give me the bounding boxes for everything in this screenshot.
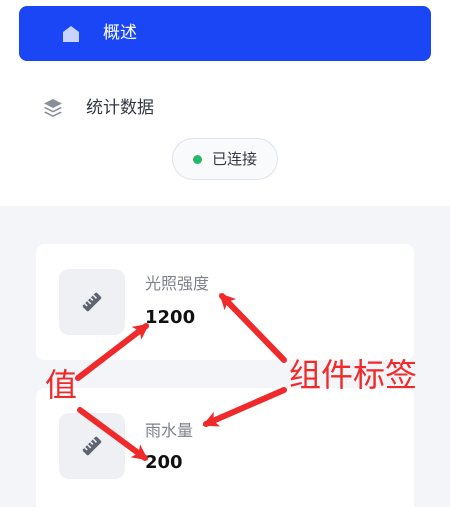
ruler-icon — [82, 292, 102, 312]
home-icon — [61, 24, 81, 44]
sensor-card: 雨水量 200 — [36, 388, 414, 514]
sensor-value: 200 — [145, 452, 183, 473]
nav-item-overview[interactable]: 概述 — [19, 6, 431, 61]
status-dot-icon — [193, 155, 202, 164]
sensor-value: 1200 — [145, 307, 196, 328]
nav-item-label: 统计数据 — [86, 98, 154, 118]
connection-status-badge: 已连接 — [172, 138, 278, 180]
sensor-card: 光照强度 1200 — [36, 244, 414, 360]
sensor-icon-box — [59, 413, 125, 479]
layers-icon — [42, 97, 64, 119]
nav-item-statistics[interactable]: 统计数据 — [19, 80, 431, 135]
nav-item-label: 概述 — [103, 23, 137, 43]
dashboard-content: 光照强度 1200 雨水量 200 — [0, 206, 450, 514]
sensor-icon-box — [59, 269, 125, 335]
sensor-label: 雨水量 — [145, 421, 194, 440]
ruler-icon — [82, 436, 102, 456]
sensor-label: 光照强度 — [145, 274, 210, 293]
status-text: 已连接 — [212, 150, 258, 168]
